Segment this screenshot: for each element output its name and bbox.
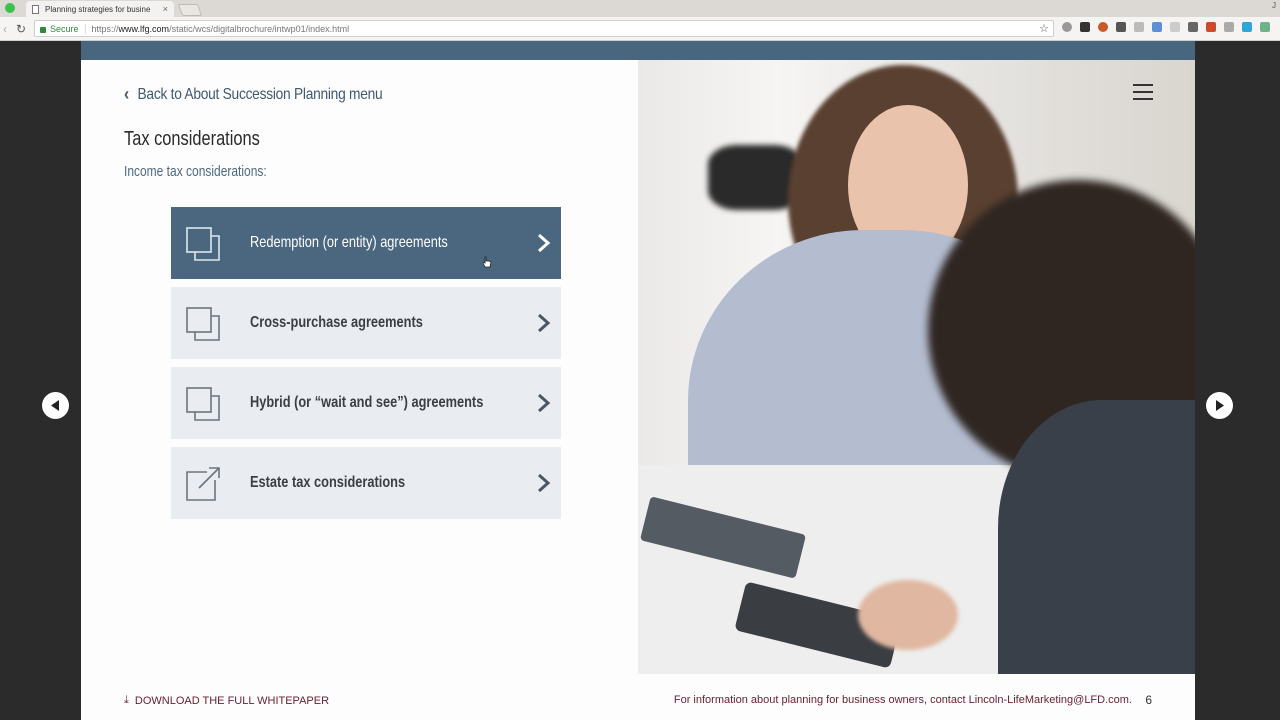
menu-item-cross-purchase-agreements[interactable]: Cross-purchase agreements — [171, 287, 561, 359]
chevron-right-icon — [538, 313, 551, 333]
next-page-button[interactable] — [1206, 392, 1233, 419]
back-to-menu-link[interactable]: ‹ Back to About Succession Planning menu — [124, 84, 383, 105]
extension-icon[interactable] — [1080, 22, 1090, 32]
extension-icon[interactable] — [1206, 22, 1216, 32]
address-bar[interactable]: Secure https:// www.lfg.com /static/wcs/… — [34, 20, 1054, 37]
overlapping-squares-icon — [186, 227, 220, 261]
hamburger-menu-icon[interactable] — [1133, 84, 1153, 100]
extension-icon[interactable] — [1170, 22, 1180, 32]
chevron-right-icon — [538, 473, 551, 493]
bookmark-star-icon[interactable]: ☆ — [1039, 22, 1049, 35]
lock-icon — [40, 26, 46, 33]
hand-cursor-icon — [482, 256, 492, 268]
page-number: 6 — [1145, 693, 1152, 707]
page-title: Tax considerations — [124, 128, 260, 150]
overlapping-squares-icon — [186, 307, 220, 341]
chevron-right-icon — [538, 233, 551, 253]
back-icon[interactable]: ‹ — [3, 22, 7, 36]
triangle-left-icon — [51, 400, 59, 411]
menu-item-estate-tax-considerations[interactable]: Estate tax considerations — [171, 447, 561, 519]
section-subtitle: Income tax considerations: — [124, 163, 267, 180]
header-band — [81, 41, 1195, 60]
menu-item-label: Redemption (or entity) agreements — [250, 234, 448, 251]
triangle-right-icon — [1216, 400, 1224, 411]
url-path: /static/wcs/digitalbrochure/intwp01/inde… — [169, 23, 350, 34]
chevron-right-icon — [538, 393, 551, 413]
contact-info-text: For information about planning for busin… — [673, 694, 1132, 706]
page-icon — [32, 4, 39, 14]
download-whitepaper-link[interactable]: ⤓ DOWNLOAD THE FULL WHITEPAPER — [124, 694, 329, 707]
brochure-page: ‹ Back to About Succession Planning menu… — [81, 41, 1195, 720]
shield-icon[interactable] — [1134, 22, 1144, 32]
download-icon: ⤓ — [124, 694, 129, 706]
browser-tab-bar: Planning strategies for busine × J — [0, 0, 1280, 17]
secure-label: Secure — [50, 23, 86, 34]
url-host: www.lfg.com — [118, 23, 170, 34]
menu-item-label: Hybrid (or “wait and see”) agreements — [250, 394, 484, 411]
extension-icon[interactable] — [1188, 22, 1198, 32]
extension-icon[interactable] — [1224, 22, 1234, 32]
download-label: DOWNLOAD THE FULL WHITEPAPER — [134, 694, 330, 707]
extension-icon[interactable] — [1062, 22, 1072, 32]
menu-item-redemption-agreements[interactable]: Redemption (or entity) agreements — [171, 207, 561, 279]
topic-menu: Redemption (or entity) agreements Cross-… — [171, 207, 561, 527]
back-link-label: Back to About Succession Planning menu — [137, 85, 383, 103]
tab-close-icon[interactable]: × — [163, 4, 168, 14]
hero-photo — [638, 60, 1195, 674]
tab-title: Planning strategies for busine — [45, 4, 151, 14]
overlapping-squares-icon — [186, 387, 220, 421]
menu-item-label: Estate tax considerations — [250, 474, 406, 491]
extension-icon[interactable] — [1260, 22, 1270, 32]
reload-icon[interactable]: ↻ — [16, 22, 26, 36]
menu-item-hybrid-agreements[interactable]: Hybrid (or “wait and see”) agreements — [171, 367, 561, 439]
url-scheme: https:// — [91, 23, 119, 34]
man-suit-shape — [998, 400, 1195, 674]
extension-icon[interactable] — [1098, 22, 1108, 32]
chevron-left-icon: ‹ — [124, 84, 129, 104]
browser-toolbar: ‹ ↻ Secure https:// www.lfg.com /static/… — [0, 17, 1280, 41]
extension-icon[interactable] — [1152, 22, 1162, 32]
new-tab-button[interactable] — [177, 4, 203, 16]
previous-page-button[interactable] — [42, 392, 69, 419]
extension-icon[interactable] — [1116, 22, 1126, 32]
external-link-icon — [186, 467, 220, 501]
menu-item-label: Cross-purchase agreements — [250, 314, 423, 331]
browser-tab[interactable]: Planning strategies for busine × — [26, 1, 174, 17]
window-control-button[interactable] — [5, 3, 15, 13]
profile-button[interactable]: J — [1272, 1, 1276, 10]
hand-shape — [858, 580, 958, 650]
skype-icon[interactable] — [1242, 22, 1252, 32]
